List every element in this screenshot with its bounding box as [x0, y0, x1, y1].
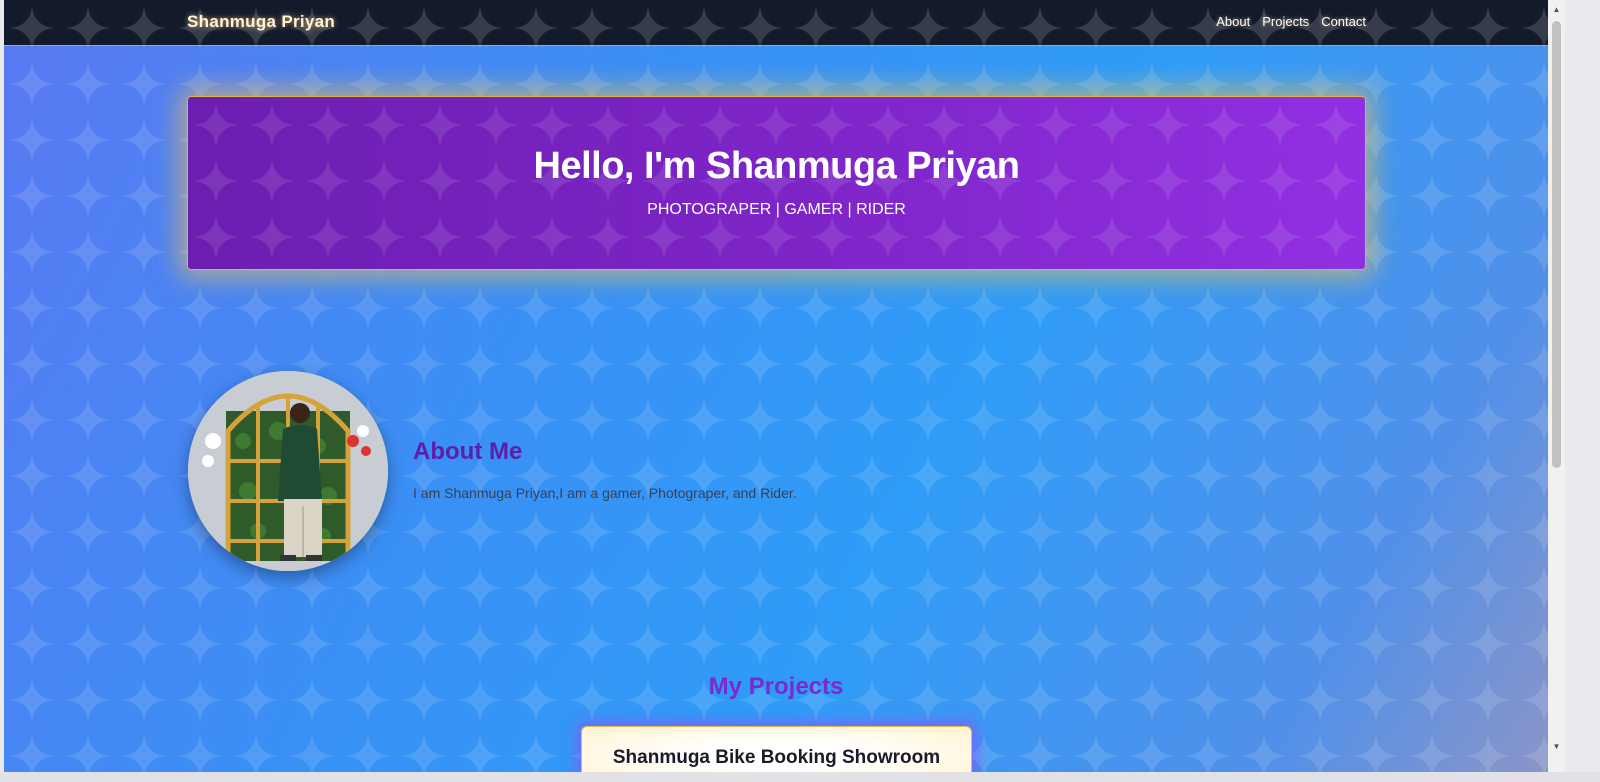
page-viewport: Shanmuga Priyan About Projects Contact H…	[4, 0, 1548, 772]
profile-photo	[188, 371, 388, 571]
hero-title: Hello, I'm Shanmuga Priyan	[533, 145, 1020, 187]
nav-link-about[interactable]: About	[1216, 14, 1250, 29]
main-nav: About Projects Contact	[1216, 14, 1366, 29]
brand-logo-text[interactable]: Shanmuga Priyan	[187, 12, 335, 32]
vertical-scrollbar[interactable]: ▲ ▼	[1548, 0, 1565, 772]
scroll-up-arrow-icon[interactable]: ▲	[1551, 5, 1562, 15]
project-card[interactable]: Shanmuga Bike Booking Showroom	[581, 726, 972, 772]
nav-link-contact[interactable]: Contact	[1321, 14, 1366, 29]
about-text: I am Shanmuga Priyan,I am a gamer, Photo…	[413, 485, 797, 501]
top-navbar: Shanmuga Priyan About Projects Contact	[4, 0, 1548, 46]
window-bottom-edge	[0, 772, 1600, 782]
profile-photo-image	[188, 371, 388, 571]
about-title: About Me	[413, 438, 523, 465]
hero-banner: Hello, I'm Shanmuga Priyan PHOTOGRAPER |…	[187, 96, 1366, 270]
hero-subtitle: PHOTOGRAPER | GAMER | RIDER	[647, 201, 906, 218]
scrollbar-thumb[interactable]	[1552, 21, 1561, 468]
projects-title: My Projects	[708, 673, 844, 700]
scroll-down-arrow-icon[interactable]: ▼	[1551, 742, 1562, 752]
project-card-title: Shanmuga Bike Booking Showroom	[612, 747, 941, 768]
nav-link-projects[interactable]: Projects	[1262, 14, 1309, 29]
